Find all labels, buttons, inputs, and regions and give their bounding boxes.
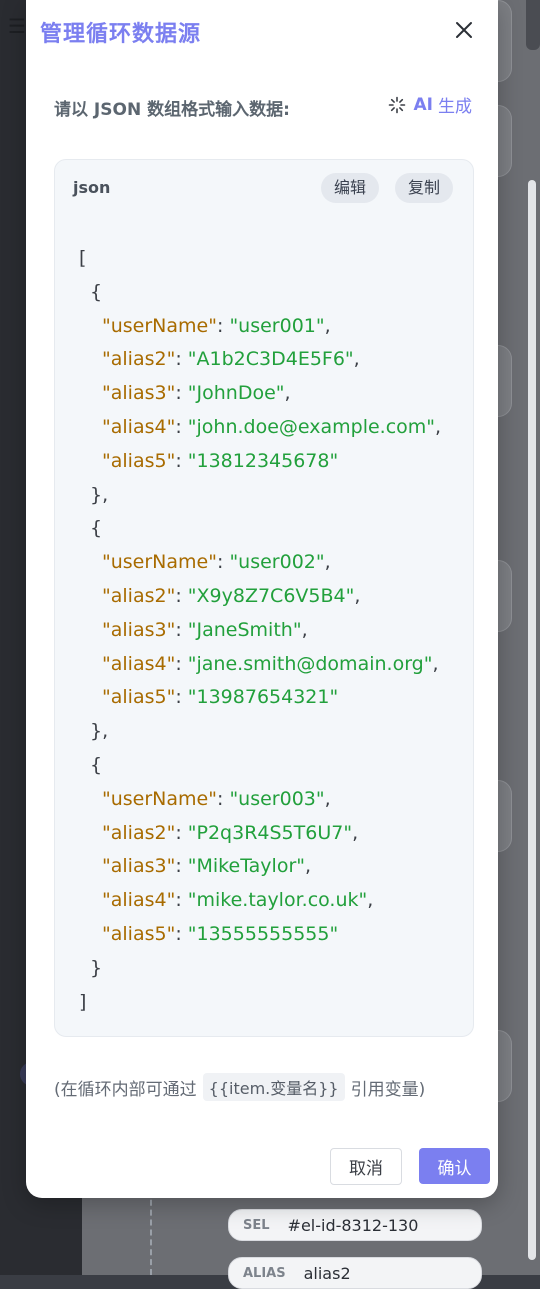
json-value: "user001" <box>229 314 325 337</box>
code-line: [ <box>79 242 441 276</box>
code-line: "alias2": "X9y8Z7C6V5B4", <box>102 584 361 607</box>
json-value: "jane.smith@domain.org" <box>187 652 433 675</box>
code-language-label: json <box>73 178 111 197</box>
json-key: "alias5" <box>102 686 176 709</box>
json-value: "user003" <box>229 787 325 810</box>
json-value: "mike.taylor.co.uk" <box>187 889 368 912</box>
json-key: "alias2" <box>102 348 176 371</box>
close-button[interactable] <box>452 18 476 42</box>
menu-icon: ☰ <box>8 14 26 38</box>
hint-prefix: (在循环内部可通过 <box>54 1079 197 1100</box>
modal-title: 管理循环数据源 <box>40 22 202 47</box>
scrollbar-top <box>526 0 540 50</box>
selector-tag: SEL <box>243 1217 270 1233</box>
json-value: "13555555555" <box>187 922 339 945</box>
code-line: { <box>79 749 441 783</box>
code-line: "alias4": "john.doe@example.com", <box>102 415 442 438</box>
close-icon <box>456 22 472 38</box>
code-line: "userName": "user002", <box>102 551 331 574</box>
code-punctuation: }, <box>90 720 109 743</box>
code-line: "alias5": "13555555555" <box>102 922 339 945</box>
code-line: "alias3": "JaneSmith", <box>102 618 308 641</box>
code-punctuation: ] <box>79 990 87 1013</box>
json-key: "alias2" <box>102 584 176 607</box>
json-key: "alias3" <box>102 618 176 641</box>
code-line: "alias4": "mike.taylor.co.uk", <box>102 889 374 912</box>
code-line: "alias5": "13812345678" <box>102 449 339 472</box>
alias-tag: ALIAS <box>243 1265 286 1281</box>
json-code-block[interactable]: json 编辑 复制 [{"userName": "user001", "alia… <box>54 159 474 1037</box>
code-line: { <box>79 512 441 546</box>
variable-hint: (在循环内部可通过 {{item.变量名}} 引用变量) <box>54 1073 425 1101</box>
selector-value: #el-id-8312-130 <box>287 1215 419 1235</box>
json-key: "alias3" <box>102 382 176 405</box>
code-punctuation: }, <box>90 483 109 506</box>
json-key: "alias4" <box>102 415 176 438</box>
json-key: "userName" <box>102 551 217 574</box>
json-prompt: 请以 JSON 数组格式输入数据: <box>54 100 290 120</box>
json-key: "alias4" <box>102 889 176 912</box>
code-line: }, <box>79 479 441 513</box>
json-value: "JohnDoe" <box>187 382 285 405</box>
json-value: "X9y8Z7C6V5B4" <box>187 584 355 607</box>
alias-field: ALIAS alias2 <box>228 1257 482 1289</box>
code-line: "userName": "user003", <box>102 787 331 810</box>
generate-label: 生成 <box>438 97 472 117</box>
edit-button[interactable]: 编辑 <box>321 173 380 203</box>
copy-button[interactable]: 复制 <box>395 173 454 203</box>
code-punctuation: } <box>90 956 103 979</box>
code-punctuation: { <box>90 753 103 776</box>
code-line: "alias3": "MikeTaylor", <box>102 855 312 878</box>
json-value: "JaneSmith" <box>187 618 302 641</box>
sparkle-loader-icon <box>388 96 405 113</box>
code-line: } <box>79 952 441 986</box>
cancel-button[interactable]: 取消 <box>330 1148 402 1185</box>
json-value: "13987654321" <box>187 686 339 709</box>
code-line: "alias5": "13987654321" <box>102 686 339 709</box>
json-key: "alias3" <box>102 855 176 878</box>
selector-field: SEL #el-id-8312-130 <box>228 1209 482 1241</box>
code-line: "alias2": "P2q3R4S5T6U7", <box>102 821 359 844</box>
json-key: "alias5" <box>102 449 176 472</box>
json-key: "userName" <box>102 787 217 810</box>
json-key: "alias2" <box>102 821 176 844</box>
hint-template-code: {{item.变量名}} <box>202 1073 345 1101</box>
json-value: "user002" <box>229 551 325 574</box>
code-line: "alias3": "JohnDoe", <box>102 382 291 405</box>
scrollbar[interactable] <box>528 180 536 1260</box>
ai-label: AI <box>413 94 433 115</box>
json-value: "john.doe@example.com" <box>187 415 436 438</box>
code-punctuation: { <box>90 280 103 303</box>
code-line: "alias2": "A1b2C3D4E5F6", <box>102 348 360 371</box>
code-line: "userName": "user001", <box>102 314 331 337</box>
loop-datasource-modal: 管理循环数据源 请以 JSON 数组格式输入数据: AI 生成 json 编辑 … <box>26 0 498 1198</box>
alias-value: alias2 <box>303 1263 351 1283</box>
code-line: ] <box>79 986 441 1020</box>
json-key: "alias4" <box>102 652 176 675</box>
json-value: "13812345678" <box>187 449 339 472</box>
json-value: "MikeTaylor" <box>187 855 305 878</box>
json-value: "A1b2C3D4E5F6" <box>187 348 354 371</box>
code-line: "alias4": "jane.smith@domain.org", <box>102 652 439 675</box>
code-punctuation: [ <box>79 247 87 269</box>
code-line: }, <box>79 715 441 749</box>
code-punctuation: { <box>90 517 103 540</box>
hint-suffix: 引用变量) <box>350 1079 426 1100</box>
json-code-content: [{"userName": "user001", "alias2": "A1b2C… <box>79 242 441 1019</box>
code-line: { <box>79 276 441 310</box>
ai-generate-button[interactable]: AI 生成 <box>388 92 472 117</box>
json-key: "userName" <box>102 314 217 337</box>
json-key: "alias5" <box>102 922 176 945</box>
json-value: "P2q3R4S5T6U7" <box>187 821 353 844</box>
confirm-button[interactable]: 确认 <box>419 1148 490 1184</box>
